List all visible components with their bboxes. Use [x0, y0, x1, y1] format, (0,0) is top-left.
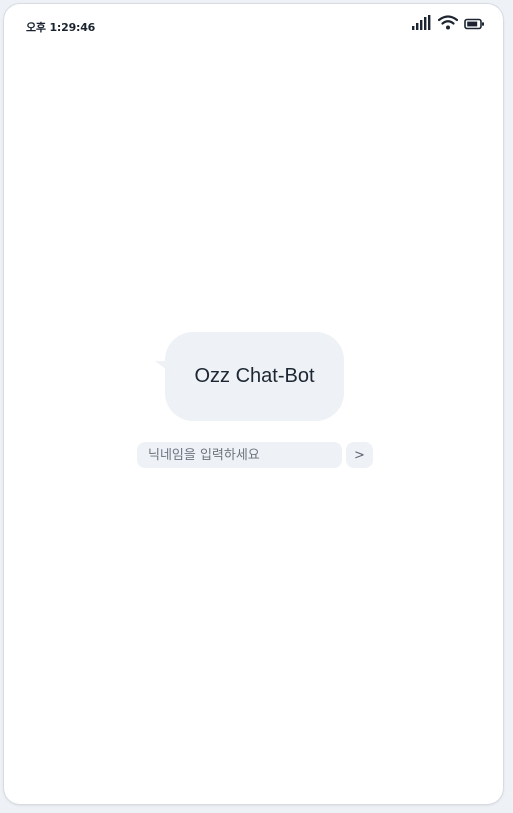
chat-bubble-title: Ozz Chat-Bot: [194, 365, 315, 387]
chat-bubble: Ozz Chat-Bot: [165, 332, 344, 421]
nickname-form: >: [137, 442, 373, 468]
nickname-input[interactable]: [137, 442, 342, 468]
main-content: Ozz Chat-Bot >: [4, 4, 503, 804]
phone-screen: 오후 1:29:46 Ozz Chat-Bot 닉네임을 입력하세요 >: [4, 4, 503, 804]
submit-button[interactable]: >: [346, 442, 373, 468]
